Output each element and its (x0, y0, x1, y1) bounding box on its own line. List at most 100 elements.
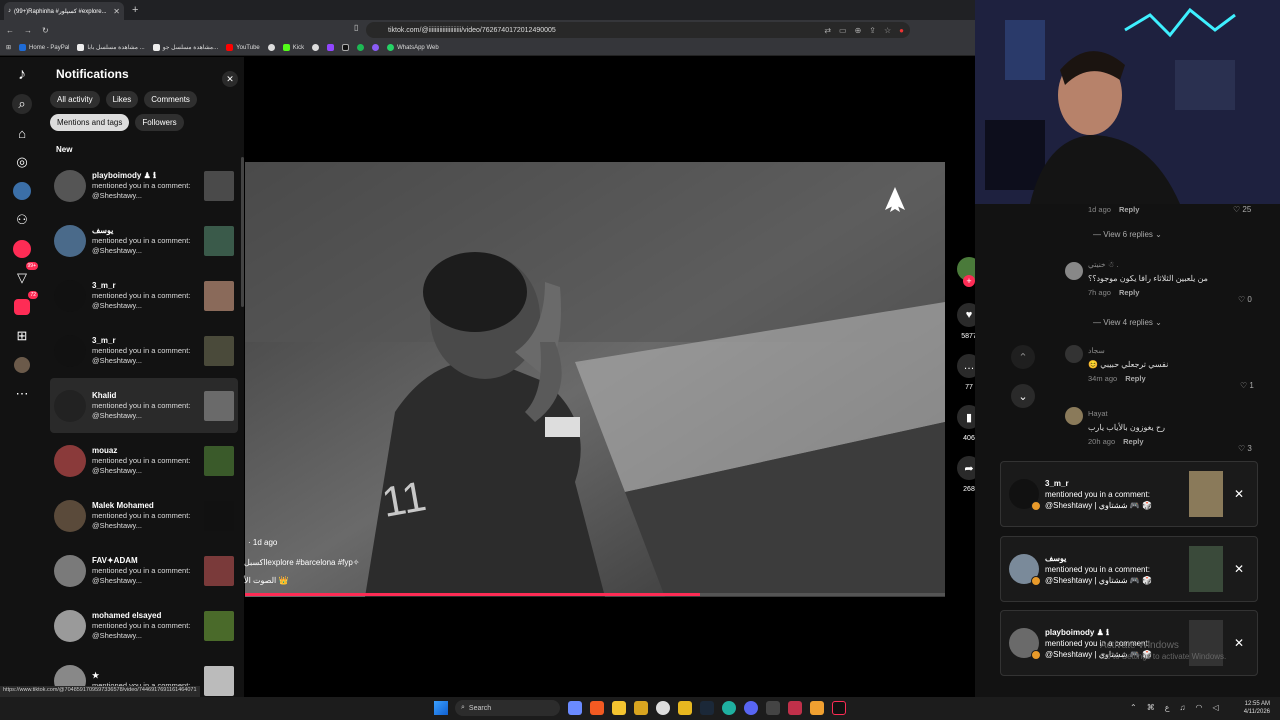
comment-user[interactable]: خنيتي ☃ . (1088, 260, 1208, 269)
bookmark-chrome-2[interactable] (312, 44, 320, 51)
avatar[interactable] (54, 609, 86, 642)
notification-toast[interactable]: يوسف mentioned you in a comment: @Sheshta… (1000, 536, 1258, 602)
bookmark-icon[interactable]: ▯ (354, 23, 358, 32)
notification-item[interactable]: playboimody ♟ ℹ mentioned you in a commen… (50, 158, 238, 213)
close-icon[interactable]: ✕ (1229, 636, 1249, 650)
tiktok-logo-icon[interactable]: ♪ (12, 65, 32, 85)
notification-item[interactable]: Khalid mentioned you in a comment: @Shesh… (50, 378, 238, 433)
reply-link[interactable]: Reply (1123, 437, 1143, 446)
video-thumbnail[interactable] (204, 665, 234, 696)
brave-icon[interactable] (590, 701, 604, 715)
comment-user[interactable]: Hayat (1088, 409, 1165, 418)
volume-icon[interactable]: ◁ (1212, 703, 1218, 712)
notification-item[interactable]: 3_m_r mentioned you in a comment: @Shesht… (50, 323, 238, 378)
video-progress-bar[interactable] (245, 593, 945, 596)
live-icon[interactable] (12, 239, 32, 259)
cast-icon[interactable]: ▭ (839, 26, 847, 35)
bookmark-kick[interactable]: Kick (282, 44, 304, 51)
bookmark-extension[interactable] (372, 44, 380, 51)
avatar[interactable] (54, 554, 86, 587)
system-tray[interactable]: ⌃ ⌘ ع ♫ ◠ ◁ (1130, 703, 1219, 712)
comment-4-avatar[interactable] (1065, 407, 1083, 425)
bookmark-paypal[interactable]: Home - PayPal (19, 44, 69, 51)
comment-3-likes[interactable]: ♡ 1 (1240, 381, 1254, 390)
notification-item[interactable]: 3_m_r mentioned you in a comment: @Shesht… (50, 268, 238, 323)
notification-user[interactable]: 3_m_r (92, 336, 198, 346)
comment-3-avatar[interactable] (1065, 345, 1083, 363)
view-replies-2[interactable]: — View 4 replies ⌄ (1093, 318, 1162, 327)
reply-link[interactable]: Reply (1119, 205, 1139, 214)
bookmark-series-2[interactable]: مشاهدة مسلسل جو... (152, 44, 218, 51)
upload-icon[interactable]: ⊞ (12, 326, 32, 346)
extension-icon[interactable]: ● (899, 26, 904, 35)
app-icon[interactable] (678, 701, 692, 715)
video-thumbnail[interactable] (204, 335, 234, 366)
back-icon[interactable]: ← (6, 26, 14, 35)
edge-icon[interactable] (722, 701, 736, 715)
notification-user[interactable]: FAV✦ADAM (92, 556, 198, 566)
video-thumbnail[interactable] (204, 610, 234, 641)
comment-1-likes[interactable]: ♡ 25 (1233, 205, 1251, 214)
tiktok-icon[interactable] (832, 701, 846, 715)
chevron-up-icon[interactable]: ⌃ (1011, 345, 1035, 369)
folder-icon[interactable] (634, 701, 648, 715)
follow-plus-icon[interactable]: + (963, 275, 975, 287)
home-icon[interactable]: ⌂ (12, 123, 32, 143)
notification-user[interactable]: mouaz (92, 446, 198, 456)
wifi-icon[interactable]: ◠ (1195, 703, 1202, 712)
language-icon[interactable]: ع (1165, 703, 1170, 712)
filter-comments[interactable]: Comments (144, 91, 197, 108)
notification-user[interactable]: يوسف (92, 226, 198, 236)
notification-user[interactable]: playboimody ♟ ℹ (92, 171, 198, 181)
notification-user[interactable]: Malek Mohamed (92, 501, 198, 511)
bookmark-series-1[interactable]: مشاهدة مسلسل بابا ... (77, 44, 145, 51)
chevron-up-icon[interactable]: ⌃ (1130, 703, 1137, 712)
mic-icon[interactable]: ♫ (1179, 703, 1185, 712)
profile-avatar-icon[interactable] (12, 355, 32, 375)
following-avatar-icon[interactable] (12, 181, 32, 201)
view-replies-1[interactable]: — View 6 replies ⌄ (1093, 230, 1162, 239)
video-thumbnail[interactable] (204, 225, 234, 256)
video-sound[interactable]: الصوت الأ 👑 (244, 575, 360, 587)
apps-grid-icon[interactable]: ⊞ (6, 44, 11, 51)
bookmark-spotify[interactable] (357, 44, 365, 51)
url-field[interactable]: tiktok.com/@iiiiiiiiiiiiiiiiiiiii/video/… (366, 22, 910, 38)
avatar[interactable] (54, 224, 86, 257)
copilot-icon[interactable] (568, 701, 582, 715)
chevron-down-icon[interactable]: ⌄ (1011, 384, 1035, 408)
avatar[interactable] (54, 389, 86, 422)
taskbar-search[interactable]: ⌕ Search (455, 700, 560, 716)
bookmark-chrome[interactable] (267, 44, 275, 51)
close-tab-icon[interactable]: ✕ (113, 7, 120, 16)
taskbar-clock[interactable]: 12:55 AM 4/11/2026 (1244, 700, 1270, 716)
video-thumbnail[interactable] (204, 445, 234, 476)
bookmark-twitch[interactable] (327, 44, 335, 51)
notification-user[interactable]: mohamed elsayed (92, 611, 198, 621)
more-icon[interactable]: ⋯ (12, 384, 32, 404)
comment-2-avatar[interactable] (1065, 262, 1083, 280)
avatar[interactable] (54, 279, 86, 312)
browser-tab[interactable]: ♪ (99+)Raphinha #کسپلور #explore... ✕ (4, 2, 124, 20)
windows-start-icon[interactable] (434, 701, 448, 715)
notification-user[interactable]: ★ (92, 671, 198, 681)
video-thumbnail[interactable] (204, 500, 234, 531)
activity-icon[interactable]: 72 (12, 291, 38, 317)
zoom-icon[interactable]: ⊕ (855, 26, 862, 35)
filter-all-activity[interactable]: All activity (50, 91, 100, 108)
notification-item[interactable]: يوسف mentioned you in a comment: @Sheshta… (50, 213, 238, 268)
friends-icon[interactable]: ⚇ (12, 210, 32, 230)
filter-likes[interactable]: Likes (105, 91, 139, 108)
cloud-icon[interactable] (810, 701, 824, 715)
bookmark-whatsapp[interactable]: WhatsApp Web (387, 44, 439, 51)
new-tab-button[interactable]: + (132, 4, 138, 16)
network-off-icon[interactable]: ⌘ (1147, 703, 1155, 712)
notification-user[interactable]: Khalid (92, 391, 198, 401)
comment-2-likes[interactable]: ♡ 0 (1238, 295, 1252, 304)
avatar[interactable] (54, 334, 86, 367)
bookmark-youtube[interactable]: YouTube (226, 44, 260, 51)
steam-icon[interactable] (700, 701, 714, 715)
chrome-icon[interactable] (656, 701, 670, 715)
video-thumbnail[interactable] (204, 280, 234, 311)
discord-icon[interactable] (744, 701, 758, 715)
notification-item[interactable]: Malek Mohamed mentioned you in a comment:… (50, 488, 238, 543)
